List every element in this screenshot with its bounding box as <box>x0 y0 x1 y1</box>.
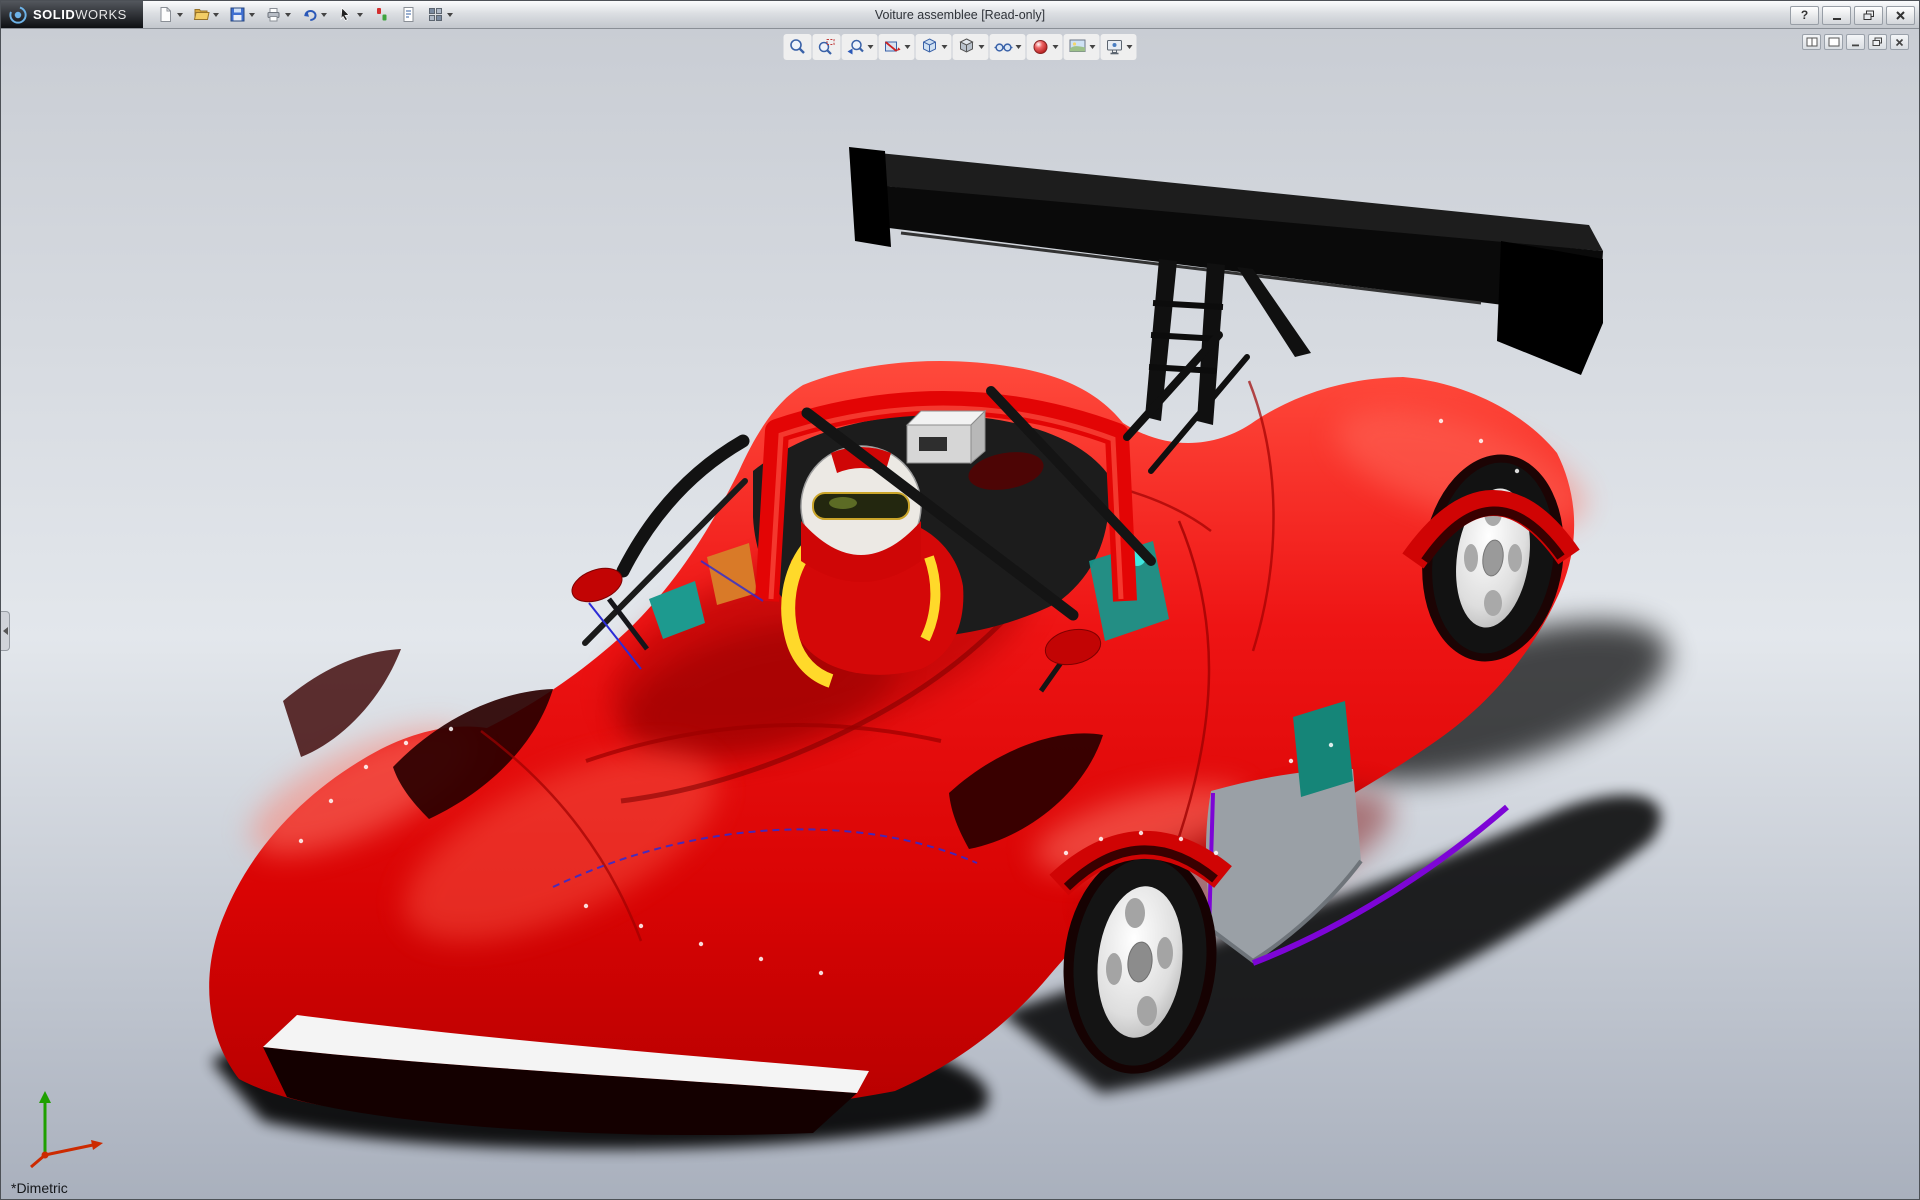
doc-minimize-button[interactable] <box>1846 34 1865 50</box>
dropdown-caret-icon <box>942 45 948 49</box>
scene-icon <box>1068 37 1088 57</box>
edit-appearance-button[interactable] <box>1027 34 1063 60</box>
window-controls: ? <box>1787 1 1915 29</box>
dropdown-caret-icon <box>447 13 453 17</box>
close-button[interactable] <box>1886 6 1915 25</box>
3ds-logo-icon <box>9 6 27 24</box>
rebuild-icon <box>373 6 390 23</box>
doc-restore-icon <box>1872 37 1883 47</box>
minimize-button[interactable] <box>1822 6 1851 25</box>
file-properties-button[interactable] <box>396 3 421 27</box>
display-style-icon <box>957 37 977 57</box>
view-settings-icon <box>1105 37 1125 57</box>
camera-box <box>907 411 985 463</box>
section-view-icon <box>883 37 903 57</box>
previous-view-icon <box>846 37 866 57</box>
brand-text: SOLIDWORKS <box>33 7 127 22</box>
open-icon <box>193 6 210 23</box>
eyeglasses-icon <box>994 37 1014 57</box>
new-document-icon <box>157 6 174 23</box>
solidworks-logo: SOLIDWORKS <box>1 1 143 28</box>
previous-view-button[interactable] <box>842 34 878 60</box>
dropdown-caret-icon <box>285 13 291 17</box>
dropdown-caret-icon <box>1053 45 1059 49</box>
zoom-to-fit-icon <box>788 37 808 57</box>
viewport-single-button[interactable] <box>1824 34 1843 50</box>
titlebar: SOLIDWORKS <box>1 1 1919 29</box>
apply-scene-button[interactable] <box>1064 34 1100 60</box>
dropdown-caret-icon <box>177 13 183 17</box>
close-icon <box>1895 10 1906 21</box>
dropdown-caret-icon <box>249 13 255 17</box>
print-icon <box>265 6 282 23</box>
dropdown-caret-icon <box>1090 45 1096 49</box>
section-view-button[interactable] <box>879 34 915 60</box>
dropdown-caret-icon <box>1127 45 1133 49</box>
select-cursor-icon <box>337 6 354 23</box>
doc-minimize-icon <box>1851 38 1861 47</box>
orientation-triad-icon <box>15 1073 115 1173</box>
doc-restore-button[interactable] <box>1868 34 1887 50</box>
graphics-area[interactable]: *Dimetric <box>1 29 1919 1199</box>
dropdown-caret-icon <box>905 45 911 49</box>
dropdown-caret-icon <box>357 13 363 17</box>
solidworks-window: SOLIDWORKS <box>0 0 1920 1200</box>
display-style-button[interactable] <box>953 34 989 60</box>
zoom-to-area-button[interactable] <box>813 34 841 60</box>
dropdown-caret-icon <box>321 13 327 17</box>
save-icon <box>229 6 246 23</box>
dropdown-caret-icon <box>1016 45 1022 49</box>
undo-icon <box>301 6 318 23</box>
main-toolbar <box>143 3 457 27</box>
panel-collapse-handle[interactable] <box>1 611 10 651</box>
view-orientation-label: *Dimetric <box>11 1180 68 1196</box>
zoom-to-area-icon <box>817 37 837 57</box>
dropdown-caret-icon <box>979 45 985 49</box>
select-button[interactable] <box>333 3 367 27</box>
minimize-icon <box>1831 10 1843 21</box>
new-document-button[interactable] <box>153 3 187 27</box>
collapse-arrow-icon <box>3 627 8 635</box>
options-grid-icon <box>427 6 444 23</box>
headsup-toolbar <box>784 34 1137 60</box>
undo-button[interactable] <box>297 3 331 27</box>
save-button[interactable] <box>225 3 259 27</box>
view-settings-button[interactable] <box>1101 34 1137 60</box>
file-properties-icon <box>400 6 417 23</box>
dropdown-caret-icon <box>213 13 219 17</box>
viewport-split-button[interactable] <box>1802 34 1821 50</box>
document-title: Voiture assemblee [Read-only] <box>875 1 1045 29</box>
viewport-single-icon <box>1828 37 1840 47</box>
view-orientation-button[interactable] <box>916 34 952 60</box>
open-button[interactable] <box>189 3 223 27</box>
options-button[interactable] <box>423 3 457 27</box>
dropdown-caret-icon <box>868 45 874 49</box>
appearance-ball-icon <box>1031 37 1051 57</box>
restore-icon <box>1863 10 1875 21</box>
doc-close-icon <box>1895 38 1904 47</box>
doc-close-button[interactable] <box>1890 34 1909 50</box>
rebuild-button[interactable] <box>369 3 394 27</box>
help-icon: ? <box>1801 8 1808 22</box>
print-button[interactable] <box>261 3 295 27</box>
race-car-model[interactable] <box>1 29 1919 1199</box>
viewport-split-icon <box>1806 37 1818 47</box>
restore-button[interactable] <box>1854 6 1883 25</box>
view-orientation-cube-icon <box>920 37 940 57</box>
zoom-to-fit-button[interactable] <box>784 34 812 60</box>
help-button[interactable]: ? <box>1790 6 1819 25</box>
hide-show-items-button[interactable] <box>990 34 1026 60</box>
document-window-controls <box>1802 34 1909 50</box>
